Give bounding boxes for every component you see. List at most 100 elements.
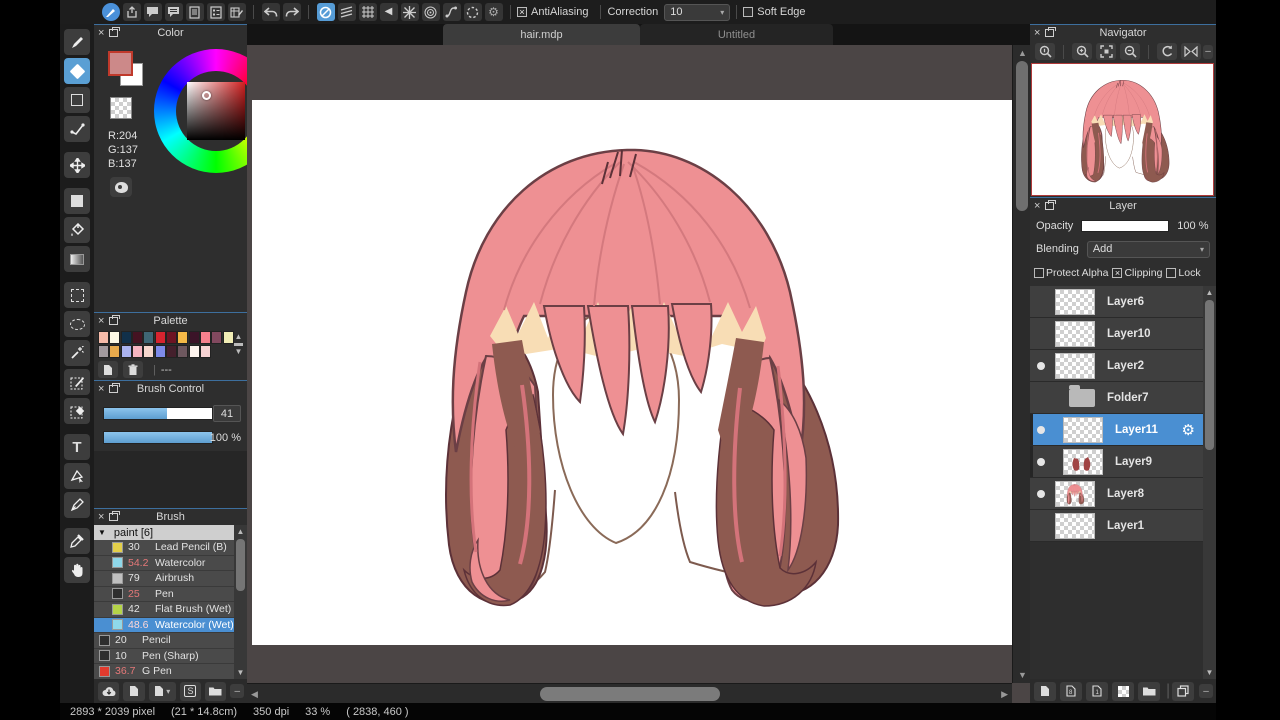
- gear-icon[interactable]: ⚙: [1182, 421, 1195, 439]
- download-brush-button[interactable]: [98, 681, 120, 701]
- edit-table-button[interactable]: [227, 3, 246, 21]
- close-icon[interactable]: ×: [98, 27, 104, 39]
- popout-icon[interactable]: [109, 315, 121, 325]
- visibility-dot[interactable]: [1037, 489, 1045, 498]
- close-icon[interactable]: ×: [98, 511, 104, 523]
- palette-toggle-button[interactable]: [110, 177, 132, 197]
- scrollbar-thumb[interactable]: [540, 687, 720, 701]
- brush-opacity-slider[interactable]: [103, 431, 213, 444]
- add-brush-menu-button[interactable]: ▾: [148, 681, 176, 701]
- scroll-left-icon[interactable]: ◀: [251, 689, 258, 700]
- eyedropper-tool[interactable]: [64, 528, 90, 554]
- select-rect-tool[interactable]: [64, 282, 90, 308]
- zoom-out-button[interactable]: [1120, 43, 1140, 60]
- scroll-down-icon[interactable]: ▼: [1018, 670, 1027, 680]
- layer-opacity-slider[interactable]: [1081, 219, 1170, 232]
- brush-tool[interactable]: [64, 29, 90, 55]
- select-eraser-tool[interactable]: [64, 398, 90, 424]
- popout-icon[interactable]: [109, 383, 121, 393]
- delete-color-button[interactable]: [123, 361, 143, 378]
- brush-item[interactable]: 79 Airbrush: [94, 571, 234, 587]
- script-brush-button[interactable]: S: [179, 681, 202, 701]
- palette-swatch[interactable]: [109, 331, 121, 344]
- lock-checkbox[interactable]: [1166, 268, 1177, 278]
- panel-minimize-button[interactable]: –: [1203, 44, 1213, 59]
- tab-hair-mdp[interactable]: hair.mdp: [443, 24, 640, 45]
- close-icon[interactable]: ×: [98, 315, 104, 327]
- duplicate-layer-button[interactable]: [1172, 681, 1195, 701]
- horizontal-scrollbar[interactable]: ◀ ▶: [247, 683, 1012, 703]
- paint-mode-button[interactable]: [101, 3, 120, 21]
- palette-swatch[interactable]: [131, 345, 143, 358]
- brush-item[interactable]: 25 Pen: [94, 586, 234, 602]
- layer-row-folder[interactable]: Folder7: [1030, 382, 1203, 414]
- close-icon[interactable]: ×: [1034, 200, 1040, 212]
- undo-button[interactable]: [261, 3, 280, 21]
- layer-row-selected[interactable]: Layer11 ⚙: [1030, 414, 1203, 446]
- snap-curve-button[interactable]: [442, 3, 461, 21]
- checklist-button[interactable]: [206, 3, 225, 21]
- palette-swatch[interactable]: [143, 331, 155, 344]
- add-halftone-layer-button[interactable]: [1112, 681, 1134, 701]
- message-button[interactable]: [164, 3, 183, 21]
- export-button[interactable]: [122, 3, 141, 21]
- brush-item-selected[interactable]: 48.6Watercolor (Wet)⚙: [94, 617, 234, 633]
- snap-grid-button[interactable]: [358, 3, 377, 21]
- snap-radial-button[interactable]: [400, 3, 419, 21]
- brush-item[interactable]: 54.2 Watercolor: [94, 555, 234, 571]
- layer-row[interactable]: Layer6: [1030, 286, 1203, 318]
- scrollbar-thumb[interactable]: [1016, 61, 1028, 211]
- snap-off-button[interactable]: [316, 3, 335, 21]
- snap-concentric-button[interactable]: [421, 3, 440, 21]
- palette-swatch[interactable]: [211, 331, 223, 344]
- add-layer-button[interactable]: [1034, 681, 1056, 701]
- brush-item[interactable]: 20 Pencil: [94, 633, 234, 649]
- brush-folder-button[interactable]: [205, 681, 227, 701]
- sv-marker[interactable]: [202, 91, 211, 100]
- vertical-scrollbar[interactable]: ▲ ▼: [1012, 45, 1030, 683]
- palette-swatch[interactable]: [109, 345, 121, 358]
- eraser-tool[interactable]: [64, 58, 90, 84]
- layer-row[interactable]: Layer2: [1030, 350, 1203, 382]
- palette-swatch[interactable]: [177, 331, 189, 344]
- close-icon[interactable]: ×: [98, 383, 104, 395]
- popout-icon[interactable]: [109, 511, 121, 521]
- scroll-up-icon[interactable]: ▲: [1018, 48, 1027, 58]
- lasso-tool[interactable]: [64, 311, 90, 337]
- move-tool[interactable]: [64, 152, 90, 178]
- add-color-button[interactable]: [98, 361, 118, 378]
- add-brush-button[interactable]: [123, 681, 145, 701]
- magic-wand-tool[interactable]: [64, 340, 90, 366]
- snap-vanishing-button[interactable]: ◀: [379, 3, 398, 21]
- fill-rect-tool[interactable]: [64, 188, 90, 214]
- zoom-reset-button[interactable]: [1035, 43, 1055, 60]
- layer-list-scrollbar[interactable]: ▲ ▼: [1203, 286, 1216, 679]
- bucket-tool[interactable]: [64, 217, 90, 243]
- brush-item[interactable]: 10 Pen (Sharp): [94, 648, 234, 664]
- saturation-value-box[interactable]: [187, 82, 245, 140]
- brush-item[interactable]: 30 Lead Pencil (B): [94, 540, 234, 556]
- palette-swatch[interactable]: [120, 345, 132, 358]
- redo-button[interactable]: [282, 3, 301, 21]
- dot-pen-tool[interactable]: [64, 116, 90, 142]
- antialiasing-checkbox[interactable]: [517, 7, 527, 17]
- soft-edge-checkbox[interactable]: [743, 7, 754, 17]
- palette-swatch[interactable]: [188, 331, 200, 344]
- shape-edit-tool[interactable]: [64, 463, 90, 489]
- comment-button[interactable]: [143, 3, 162, 21]
- popout-icon[interactable]: [1045, 27, 1057, 37]
- palette-swatch[interactable]: [165, 345, 177, 358]
- palette-swatch[interactable]: [222, 331, 234, 344]
- palette-swatch[interactable]: [143, 345, 155, 358]
- popout-icon[interactable]: [109, 27, 121, 37]
- palette-swatch[interactable]: [188, 345, 200, 358]
- palette-swatch[interactable]: [199, 345, 211, 358]
- correction-dropdown[interactable]: 10 ▾: [664, 3, 731, 21]
- brush-size-slider[interactable]: [103, 407, 213, 420]
- brush-item[interactable]: 42 Flat Brush (Wet): [94, 602, 234, 618]
- foreground-color-swatch[interactable]: [108, 51, 133, 76]
- palette-swatch[interactable]: [98, 331, 109, 344]
- flip-view-button[interactable]: [1181, 43, 1201, 60]
- scroll-right-icon[interactable]: ▶: [1001, 689, 1008, 700]
- snap-settings-button[interactable]: ⚙: [484, 3, 503, 21]
